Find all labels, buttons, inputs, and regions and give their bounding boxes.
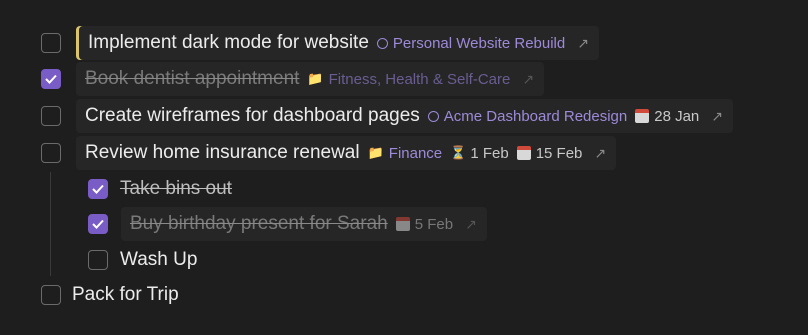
folder-icon: 📁 [367,145,384,160]
task-title: Create wireframes for dashboard pages [85,105,420,126]
calendar-icon [516,146,531,160]
project-ring-icon [427,110,439,122]
due-date-text: 5 Feb [414,215,454,233]
task-checkbox[interactable] [41,33,61,53]
open-external-icon[interactable]: ↗ [594,145,606,162]
checkmark-icon [92,219,104,229]
task-checkbox-checked[interactable] [88,179,108,199]
task-item-book-dentist[interactable]: Book dentist appointment 📁 Fitness, Heal… [76,62,545,96]
task-title-wash-up[interactable]: Wash Up [120,249,197,271]
project-name: Fitness, Health & Self-Care [328,70,511,88]
project-name: Acme Dashboard Redesign [443,107,628,125]
project-link[interactable]: Acme Dashboard Redesign [427,107,628,125]
task-checkbox[interactable] [88,250,108,270]
task-title: Review home insurance renewal [85,142,360,163]
task-item-create-wireframes[interactable]: Create wireframes for dashboard pages Ac… [76,99,734,133]
project-link[interactable]: 📁 Finance [368,145,443,162]
task-item-buy-present[interactable]: Buy birthday present for Sarah 5 Feb ↗ [121,207,487,241]
task-title-pack-for-trip[interactable]: Pack for Trip [72,284,179,306]
task-title-take-bins-out[interactable]: Take bins out [120,178,232,200]
task-checkbox-checked[interactable] [41,69,61,89]
task-title: Buy birthday present for Sarah [130,213,388,234]
task-item-review-insurance[interactable]: Review home insurance renewal 📁 Finance … [76,136,617,170]
hourglass-icon: ⏳ [450,145,467,160]
due-date: 28 Jan [635,108,699,125]
project-name: Personal Website Rebuild [392,34,566,52]
due-date-text: 15 Feb [535,144,583,162]
project-link[interactable]: 📁 Fitness, Health & Self-Care [307,71,510,88]
due-date: 15 Feb [516,144,583,162]
task-checkbox[interactable] [41,106,61,126]
start-date-text: 1 Feb [470,144,509,162]
task-title: Implement dark mode for website [88,32,369,53]
task-title: Book dentist appointment [85,68,300,89]
task-item-implement-dark-mode[interactable]: Implement dark mode for website Personal… [76,26,599,60]
task-checkbox[interactable] [41,285,61,305]
task-list: Implement dark mode for website Personal… [0,0,808,335]
folder-icon: 📁 [307,71,324,86]
calendar-icon [395,217,410,231]
calendar-icon [635,109,650,123]
due-date: 5 Feb [395,215,454,233]
open-external-icon[interactable]: ↗ [577,35,589,52]
task-checkbox-checked[interactable] [88,214,108,234]
project-ring-icon [376,37,388,49]
project-link[interactable]: Personal Website Rebuild [376,34,566,52]
start-date: ⏳ 1 Feb [450,145,509,162]
open-external-icon[interactable]: ↗ [465,216,477,233]
checkmark-icon [92,184,104,194]
open-external-icon[interactable]: ↗ [711,108,723,125]
open-external-icon[interactable]: ↗ [522,71,534,88]
subtask-indent-line [50,172,51,276]
due-date-text: 28 Jan [654,107,700,125]
project-name: Finance [388,144,443,162]
checkmark-icon [45,74,57,84]
task-checkbox[interactable] [41,143,61,163]
